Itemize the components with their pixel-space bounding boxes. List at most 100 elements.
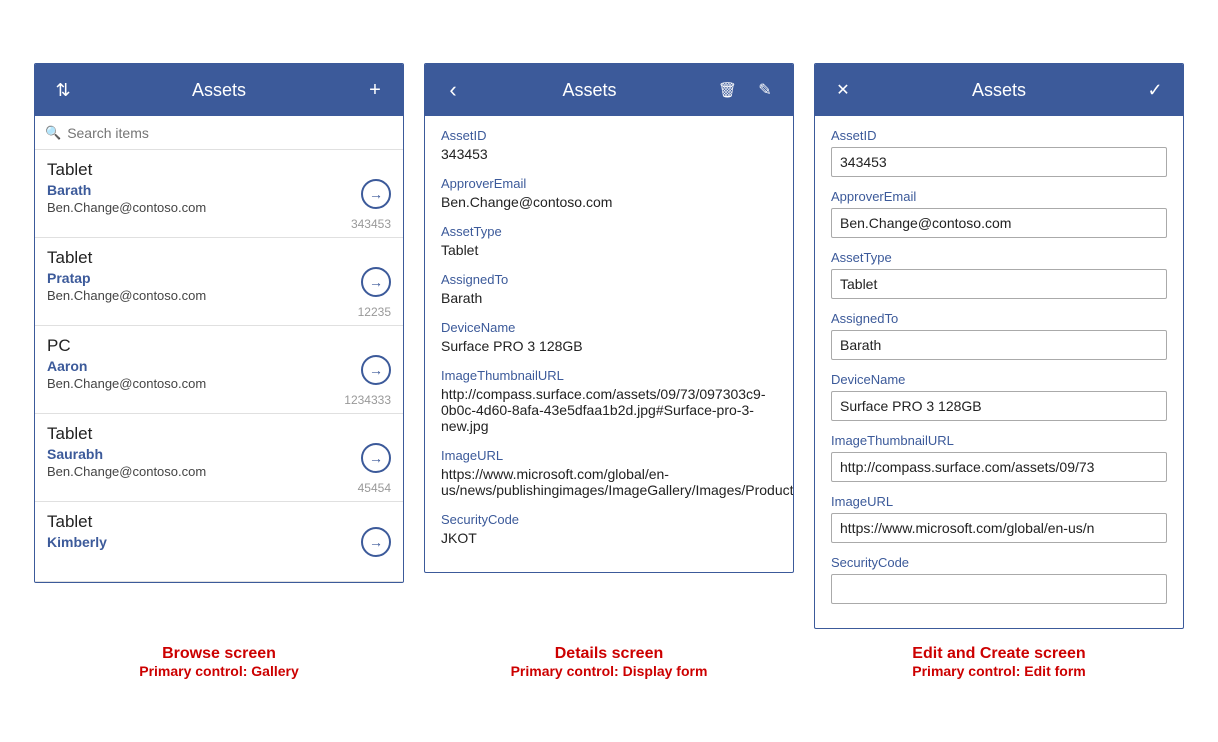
- detail-field-value: JKOT: [441, 530, 777, 546]
- edit-field-label: SecurityCode: [831, 555, 1167, 570]
- edit-field-group: SecurityCode: [831, 555, 1167, 604]
- detail-field-group: AssignedTo Barath: [441, 272, 777, 306]
- details-header-actions: [712, 78, 779, 102]
- delete-icon[interactable]: [712, 79, 743, 101]
- detail-field-label: DeviceName: [441, 320, 777, 335]
- detail-field-group: ImageURL https://www.microsoft.com/globa…: [441, 448, 777, 498]
- list-item-id: 1234333: [47, 393, 391, 407]
- list-item-type: PC: [47, 336, 391, 356]
- list-item-email: Ben.Change@contoso.com: [47, 376, 391, 391]
- detail-field-group: ApproverEmail Ben.Change@contoso.com: [441, 176, 777, 210]
- detail-field-group: ImageThumbnailURL http://compass.surface…: [441, 368, 777, 434]
- back-icon[interactable]: [439, 75, 467, 105]
- screens-container: Assets Tablet Barath Ben.Change@contoso.…: [20, 63, 1198, 629]
- browse-caption: Browse screen Primary control: Gallery: [34, 645, 404, 679]
- browse-title: Assets: [77, 80, 361, 101]
- list-item-type: Tablet: [47, 512, 391, 532]
- edit-title: Assets: [857, 80, 1141, 101]
- list-item-arrow-icon[interactable]: →: [361, 527, 391, 557]
- list-item-arrow-icon[interactable]: →: [361, 179, 391, 209]
- edit-field-label: ApproverEmail: [831, 189, 1167, 204]
- edit-header: Assets: [815, 64, 1183, 116]
- list-item[interactable]: Tablet Kimberly →: [35, 502, 403, 582]
- list-item[interactable]: Tablet Barath Ben.Change@contoso.com 343…: [35, 150, 403, 238]
- list-item[interactable]: Tablet Pratap Ben.Change@contoso.com 122…: [35, 238, 403, 326]
- edit-field-group: ImageURL: [831, 494, 1167, 543]
- search-input[interactable]: [67, 125, 393, 141]
- search-bar: [35, 116, 403, 150]
- list-item-name: Barath: [47, 182, 391, 198]
- edit-caption: Edit and Create screen Primary control: …: [814, 645, 1184, 679]
- list-item-type: Tablet: [47, 248, 391, 268]
- browse-caption-title: Browse screen: [34, 645, 404, 663]
- detail-field-label: ImageThumbnailURL: [441, 368, 777, 383]
- detail-field-label: ImageURL: [441, 448, 777, 463]
- edit-field-input[interactable]: [831, 391, 1167, 421]
- details-title: Assets: [467, 80, 712, 101]
- list-item-arrow-icon[interactable]: →: [361, 267, 391, 297]
- browse-header: Assets: [35, 64, 403, 116]
- list-item[interactable]: PC Aaron Ben.Change@contoso.com 1234333 …: [35, 326, 403, 414]
- edit-field-input[interactable]: [831, 513, 1167, 543]
- list-item-email: Ben.Change@contoso.com: [47, 200, 391, 215]
- edit-field-input[interactable]: [831, 269, 1167, 299]
- edit-caption-title: Edit and Create screen: [814, 645, 1184, 663]
- detail-field-label: AssetType: [441, 224, 777, 239]
- list-item-email: Ben.Change@contoso.com: [47, 464, 391, 479]
- detail-field-label: ApproverEmail: [441, 176, 777, 191]
- details-body: AssetID 343453 ApproverEmail Ben.Change@…: [425, 116, 793, 572]
- list-item-email: Ben.Change@contoso.com: [47, 288, 391, 303]
- list-item-id: 45454: [47, 481, 391, 495]
- edit-field-input[interactable]: [831, 147, 1167, 177]
- browse-screen: Assets Tablet Barath Ben.Change@contoso.…: [34, 63, 404, 583]
- cancel-icon[interactable]: [829, 78, 857, 102]
- list-item-name: Kimberly: [47, 534, 391, 550]
- details-caption: Details screen Primary control: Display …: [424, 645, 794, 679]
- list-item-arrow-icon[interactable]: →: [361, 443, 391, 473]
- captions-container: Browse screen Primary control: Gallery D…: [20, 645, 1198, 679]
- details-screen: Assets AssetID 343453 ApproverEmail Ben.…: [424, 63, 794, 573]
- details-header: Assets: [425, 64, 793, 116]
- detail-field-value: http://compass.surface.com/assets/09/73/…: [441, 386, 777, 434]
- edit-field-label: DeviceName: [831, 372, 1167, 387]
- edit-body: AssetID ApproverEmail AssetType Assigned…: [815, 116, 1183, 628]
- edit-field-input[interactable]: [831, 574, 1167, 604]
- edit-field-label: AssetID: [831, 128, 1167, 143]
- list-item-id: 343453: [47, 217, 391, 231]
- search-icon: [45, 124, 61, 141]
- detail-field-group: AssetType Tablet: [441, 224, 777, 258]
- list-item-arrow-icon[interactable]: →: [361, 355, 391, 385]
- detail-field-label: AssetID: [441, 128, 777, 143]
- edit-field-group: AssetID: [831, 128, 1167, 177]
- list-item-name: Pratap: [47, 270, 391, 286]
- detail-field-value: Surface PRO 3 128GB: [441, 338, 777, 354]
- browse-list: Tablet Barath Ben.Change@contoso.com 343…: [35, 150, 403, 582]
- edit-field-input[interactable]: [831, 208, 1167, 238]
- edit-field-group: ApproverEmail: [831, 189, 1167, 238]
- list-item-id: 12235: [47, 305, 391, 319]
- edit-screen: Assets AssetID ApproverEmail AssetType A…: [814, 63, 1184, 629]
- edit-icon[interactable]: [751, 78, 779, 102]
- edit-field-group: AssetType: [831, 250, 1167, 299]
- detail-field-value: Ben.Change@contoso.com: [441, 194, 777, 210]
- list-item[interactable]: Tablet Saurabh Ben.Change@contoso.com 45…: [35, 414, 403, 502]
- save-icon[interactable]: [1141, 78, 1169, 103]
- edit-field-group: DeviceName: [831, 372, 1167, 421]
- list-item-type: Tablet: [47, 424, 391, 444]
- edit-field-input[interactable]: [831, 330, 1167, 360]
- detail-field-group: DeviceName Surface PRO 3 128GB: [441, 320, 777, 354]
- detail-field-label: AssignedTo: [441, 272, 777, 287]
- detail-field-group: AssetID 343453: [441, 128, 777, 162]
- detail-field-group: SecurityCode JKOT: [441, 512, 777, 546]
- detail-field-label: SecurityCode: [441, 512, 777, 527]
- sort-icon[interactable]: [49, 78, 77, 103]
- browse-caption-sub: Primary control: Gallery: [34, 663, 404, 679]
- edit-field-label: AssetType: [831, 250, 1167, 265]
- add-icon[interactable]: [361, 77, 389, 104]
- list-item-name: Aaron: [47, 358, 391, 374]
- detail-field-value: Tablet: [441, 242, 777, 258]
- detail-field-value: 343453: [441, 146, 777, 162]
- edit-field-input[interactable]: [831, 452, 1167, 482]
- edit-field-group: AssignedTo: [831, 311, 1167, 360]
- details-caption-title: Details screen: [424, 645, 794, 663]
